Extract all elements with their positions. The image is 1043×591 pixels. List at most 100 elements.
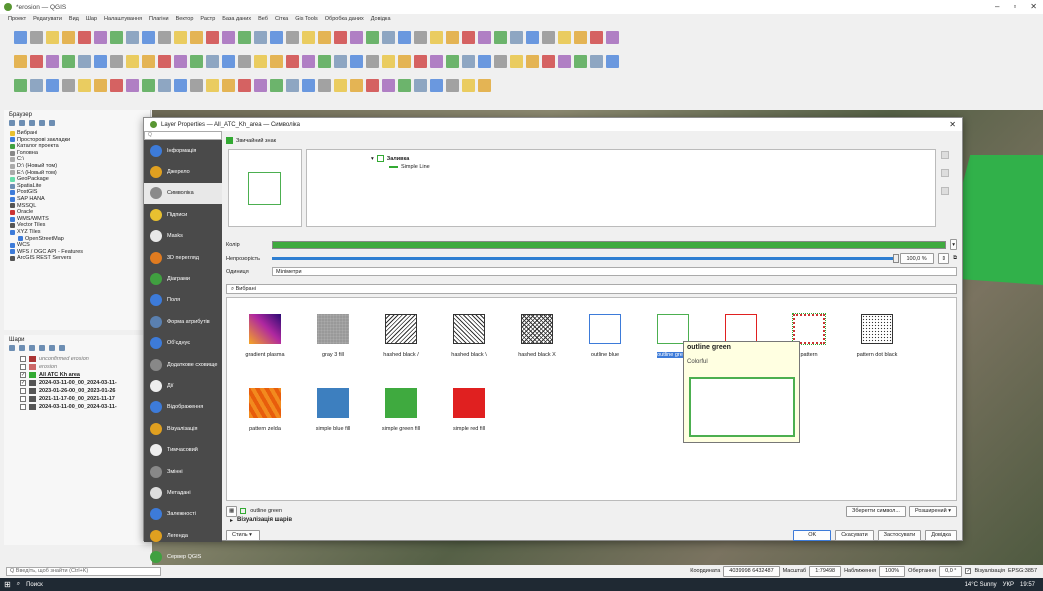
toolbar-button-icon[interactable]	[222, 30, 235, 44]
toolbar-button-icon[interactable]	[318, 30, 331, 44]
toolbar-button-icon[interactable]	[14, 78, 27, 92]
toolbar-button-icon[interactable]	[606, 30, 619, 44]
browser-item[interactable]: Vector Tiles	[4, 222, 150, 229]
toolbar-button-icon[interactable]	[78, 30, 91, 44]
layer-item[interactable]: 2024-03-11-00_00_2024-03-11-	[4, 403, 151, 411]
toolbar-button-icon[interactable]	[446, 54, 459, 68]
nav-item[interactable]: Тимчасовий	[144, 439, 222, 460]
maximize-icon[interactable]: ▫	[1013, 2, 1016, 11]
symbol-cell[interactable]: gradient plasma	[231, 314, 299, 358]
toolbar-button-icon[interactable]	[94, 78, 107, 92]
toolbar-button-icon[interactable]	[430, 78, 443, 92]
language[interactable]: УКР	[1003, 582, 1014, 588]
toolbar-button-icon[interactable]	[302, 78, 315, 92]
symbol-cell[interactable]: pattern dot black	[843, 314, 911, 358]
layer-checkbox[interactable]	[20, 404, 26, 410]
nav-item[interactable]: Змінні	[144, 461, 222, 482]
toolbar-button-icon[interactable]	[142, 78, 155, 92]
style-icon[interactable]	[9, 345, 15, 351]
menu-item[interactable]: Вид	[69, 16, 79, 22]
nav-item[interactable]: Підписи	[144, 204, 222, 225]
rotation-field[interactable]: 0,0 °	[939, 565, 963, 577]
nav-item[interactable]: Залежності	[144, 504, 222, 525]
toolbar-button-icon[interactable]	[574, 30, 587, 44]
nav-item[interactable]: Masks	[144, 226, 222, 247]
toolbar-button-icon[interactable]	[286, 30, 299, 44]
menu-item[interactable]: Проект	[8, 16, 26, 22]
toolbar-button-icon[interactable]	[606, 54, 619, 68]
toolbar-button-icon[interactable]	[30, 54, 43, 68]
add-group-icon[interactable]	[19, 345, 25, 351]
toolbar-button-icon[interactable]	[126, 54, 139, 68]
toolbar-button-icon[interactable]	[414, 30, 427, 44]
opacity-slider[interactable]	[272, 254, 900, 263]
toolbar-button-icon[interactable]	[558, 30, 571, 44]
browser-item[interactable]: GeoPackage	[4, 176, 150, 183]
color-dropdown-icon[interactable]: ▾	[950, 239, 957, 250]
browser-item[interactable]: Головна	[4, 150, 150, 157]
nav-item[interactable]: Метадані	[144, 482, 222, 503]
toolbar-button-icon[interactable]	[222, 78, 235, 92]
add-icon[interactable]	[9, 120, 15, 126]
toolbar-button-icon[interactable]	[446, 78, 459, 92]
toolbar-button-icon[interactable]	[366, 30, 379, 44]
nav-item[interactable]: Поля	[144, 290, 222, 311]
menu-item[interactable]: Вектор	[176, 16, 194, 22]
browser-item[interactable]: OpenStreetMap	[4, 236, 150, 243]
weather[interactable]: 14°C Sunny	[965, 582, 997, 588]
toolbar-button-icon[interactable]	[238, 30, 251, 44]
toolbar-button-icon[interactable]	[478, 30, 491, 44]
layer-rendering-section[interactable]: ▸ Візуалізація шарів	[230, 517, 292, 524]
toolbar-button-icon[interactable]	[270, 54, 283, 68]
close-window-icon[interactable]: ✕	[1030, 2, 1037, 11]
toolbar-button-icon[interactable]	[334, 78, 347, 92]
list-view-icon[interactable]: ▦	[226, 505, 238, 517]
layer-checkbox[interactable]: ✓	[20, 380, 26, 386]
layer-item[interactable]: erosion	[4, 363, 151, 371]
toolbar-button-icon[interactable]	[478, 54, 491, 68]
nav-item[interactable]: Інформація	[144, 140, 222, 161]
menu-item[interactable]: База даних	[222, 16, 251, 22]
color-button[interactable]	[272, 240, 947, 249]
crs-button[interactable]: EPSG:3857	[1008, 568, 1037, 574]
toolbar-button-icon[interactable]	[382, 30, 395, 44]
menu-item[interactable]: Плагіни	[149, 16, 169, 22]
toolbar-button-icon[interactable]	[158, 30, 171, 44]
toolbar-button-icon[interactable]	[78, 78, 91, 92]
coordinate-field[interactable]: 4039998 6432487	[723, 565, 780, 577]
toolbar-button-icon[interactable]	[62, 54, 75, 68]
symbol-cell[interactable]: hashed black X	[503, 314, 571, 358]
toolbar-button-icon[interactable]	[62, 30, 75, 44]
toolbar-button-icon[interactable]	[318, 78, 331, 92]
toolbar-button-icon[interactable]	[190, 30, 203, 44]
toolbar-button-icon[interactable]	[430, 30, 443, 44]
toolbar-button-icon[interactable]	[126, 30, 139, 44]
toolbar-button-icon[interactable]	[574, 54, 587, 68]
toolbar-button-icon[interactable]	[286, 78, 299, 92]
toolbar-button-icon[interactable]	[46, 78, 59, 92]
save-symbol-button[interactable]: Зберегти символ...	[846, 505, 906, 517]
apply-button[interactable]: Застосувати	[877, 529, 922, 541]
expand-icon[interactable]	[49, 345, 55, 351]
scale-field[interactable]: 1:79498	[809, 565, 842, 577]
toolbar-button-icon[interactable]	[462, 78, 475, 92]
toolbar-button-icon[interactable]	[526, 30, 539, 44]
zoom-field[interactable]: 100%	[879, 565, 906, 577]
data-defined-icon[interactable]: ⧉	[953, 255, 957, 262]
symbol-cell[interactable]: simple red fill	[435, 388, 503, 432]
opacity-stepper[interactable]: ⇕	[938, 253, 950, 264]
toolbar-button-icon[interactable]	[174, 54, 187, 68]
toolbar-button-icon[interactable]	[270, 78, 283, 92]
toolbar-button-icon[interactable]	[510, 54, 523, 68]
browser-item[interactable]: MSSQL	[4, 203, 150, 210]
remove-layer-icon[interactable]	[941, 169, 949, 177]
toolbar-button-icon[interactable]	[174, 30, 187, 44]
cancel-button[interactable]: Скасувати	[835, 529, 874, 541]
filter-layers-icon[interactable]	[39, 345, 45, 351]
browser-item[interactable]: WFS / OGC API - Features	[4, 249, 150, 256]
toolbar-button-icon[interactable]	[414, 54, 427, 68]
toolbar-button-icon[interactable]	[366, 54, 379, 68]
toolbar-button-icon[interactable]	[142, 54, 155, 68]
toolbar-button-icon[interactable]	[446, 30, 459, 44]
nav-item[interactable]: Легенда	[144, 525, 222, 546]
